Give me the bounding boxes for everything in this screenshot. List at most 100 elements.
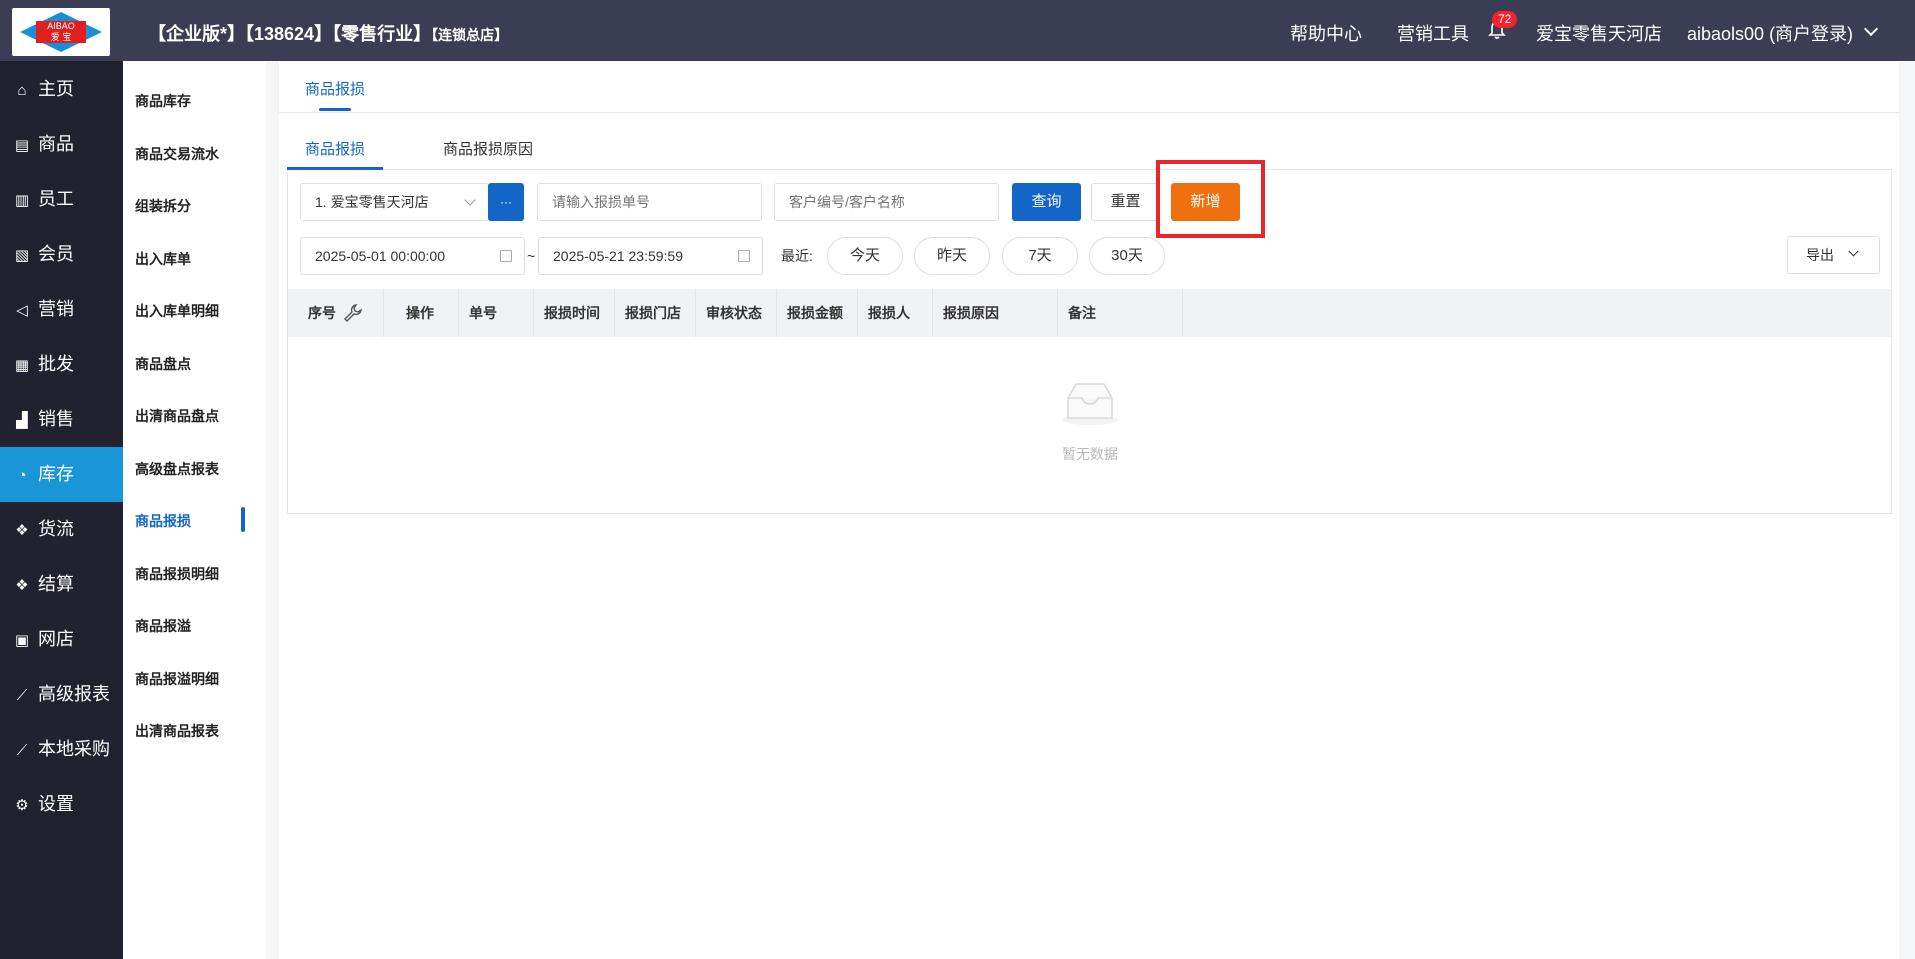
col-index-label: 序号 xyxy=(308,305,336,321)
wholesale-icon: ▦ xyxy=(14,357,30,374)
megaphone-icon: ◁ xyxy=(16,302,28,319)
sidebar-item-2[interactable]: ▥ 员工 xyxy=(0,172,123,227)
home-icon: ⌂ xyxy=(17,82,27,99)
submenu-item-0[interactable]: 商品库存 xyxy=(135,91,191,111)
staff-icon: ▥ xyxy=(14,192,30,209)
store-switcher[interactable]: 爱宝零售天河店 xyxy=(1536,20,1662,46)
col-damage-reason: 报损原因 xyxy=(933,289,1058,337)
sidebar-item-label: 库存 xyxy=(38,464,74,484)
sidebar-item-3[interactable]: ▧ 会员 xyxy=(0,227,123,282)
recent-yesterday-button[interactable]: 昨天 xyxy=(914,237,990,275)
col-audit-status: 审核状态 xyxy=(696,289,777,337)
recent-today-button[interactable]: 今天 xyxy=(827,237,903,275)
col-damage-store: 报损门店 xyxy=(615,289,696,337)
calendar-icon xyxy=(500,250,512,262)
sidebar-item-label: 本地采购 xyxy=(38,739,110,759)
subtab-damage-report[interactable]: 商品报损 xyxy=(305,138,365,159)
account-title: 【企业版*】【138624】【零售行业】【连锁总店】 xyxy=(148,20,508,46)
sidebar-item-5[interactable]: ▦ 批发 xyxy=(0,337,123,392)
sidebar-item-12[interactable]: ⟋ 本地采购 xyxy=(0,722,123,777)
tab-underline xyxy=(319,108,351,111)
sidebar-item-13[interactable]: ⚙ 设置 xyxy=(0,777,123,832)
submenu-item-1[interactable]: 商品交易流水 xyxy=(135,144,219,164)
query-button[interactable]: 查询 xyxy=(1012,183,1081,221)
date-start-input[interactable]: 2025-05-01 00:00:00 xyxy=(300,237,525,275)
export-button[interactable]: 导出 xyxy=(1787,236,1880,274)
sidebar-item-label: 货流 xyxy=(38,519,74,539)
main-sidebar: ⌂ 主页 ▤ 商品 ▥ 员工 ▧ 会员 ◁ 营销 ▦ 批发 ▟ 销售 ◔ 库存 ❖ 货流 ❖ 结算 ▣ 网店 ⟋ 高级报表 ⟋ 本… xyxy=(0,61,123,959)
line-chart-icon: ⟋ xyxy=(16,687,28,704)
sidebar-item-1[interactable]: ▤ 商品 xyxy=(0,117,123,172)
sidebar-item-6[interactable]: ▟ 销售 xyxy=(0,392,123,447)
inventory-submenu: 商品库存商品交易流水 组装拆分出入库单出入库单明细 商品盘点出清商品盘点 高级盘点报表… xyxy=(123,61,266,959)
store-select-value: 1. 爱宝零售天河店 xyxy=(315,194,429,210)
notification-badge: 72 xyxy=(1492,11,1518,28)
account-tag: 【连锁总店】 xyxy=(431,27,509,43)
marketing-tools-link[interactable]: 营销工具 xyxy=(1397,20,1469,46)
sidebar-item-4[interactable]: ◁ 营销 xyxy=(0,282,123,337)
pie-chart-icon: ◔ xyxy=(17,467,27,484)
sidebar-item-label: 网店 xyxy=(38,629,74,649)
col-order-no: 单号 xyxy=(459,289,534,337)
account-info: 【企业版*】【138624】【零售行业】 xyxy=(148,24,432,44)
wrench-icon[interactable] xyxy=(343,303,363,323)
logo-band: AIBAO 爱 宝 xyxy=(36,21,86,43)
recent-label: 最近: xyxy=(781,248,813,264)
submenu-item-12[interactable]: 出清商品报表 xyxy=(135,721,219,741)
aibao-logo[interactable]: AIBAO 爱 宝 xyxy=(12,8,110,56)
submenu-item-5[interactable]: 商品盘点 xyxy=(135,354,191,374)
date-end-value: 2025-05-21 23:59:59 xyxy=(553,248,683,264)
submenu-item-2[interactable]: 组装拆分 xyxy=(135,196,191,216)
sidebar-item-label: 销售 xyxy=(38,409,74,429)
sidebar-item-0[interactable]: ⌂ 主页 xyxy=(0,62,123,117)
store-more-button[interactable]: ··· xyxy=(488,183,524,221)
calendar-icon xyxy=(738,250,750,262)
sidebar-item-label: 商品 xyxy=(38,134,74,154)
reset-button[interactable]: 重置 xyxy=(1091,183,1160,221)
date-separator: ~ xyxy=(527,248,536,264)
sidebar-item-10[interactable]: ▣ 网店 xyxy=(0,612,123,667)
sidebar-item-9[interactable]: ❖ 结算 xyxy=(0,557,123,612)
recent-7days-button[interactable]: 7天 xyxy=(1002,237,1078,275)
order-no-input[interactable] xyxy=(537,183,762,221)
recent-30days-button[interactable]: 30天 xyxy=(1089,237,1165,275)
product-icon: ▤ xyxy=(14,137,30,154)
highlight-box xyxy=(1156,160,1265,238)
table-header: 序号 操作 单号 报损时间 报损门店 审核状态 报损金额 报损人 报损原因 备注 xyxy=(288,289,1891,337)
logo-text-top: AIBAO xyxy=(47,21,75,31)
sidebar-item-8[interactable]: ❖ 货流 xyxy=(0,502,123,557)
help-center-link[interactable]: 帮助中心 xyxy=(1290,20,1362,46)
submenu-item-3[interactable]: 出入库单 xyxy=(135,249,191,269)
submenu-item-10[interactable]: 商品报溢 xyxy=(135,616,191,636)
sidebar-item-label: 结算 xyxy=(38,574,74,594)
sidebar-item-label: 员工 xyxy=(38,189,74,209)
settlement-icon: ❖ xyxy=(15,577,29,594)
col-index: 序号 xyxy=(288,289,384,337)
sidebar-item-label: 高级报表 xyxy=(38,684,110,704)
submenu-item-8[interactable]: 商品报损 xyxy=(135,511,191,531)
submenu-item-6[interactable]: 出清商品盘点 xyxy=(135,406,219,426)
sidebar-item-label: 主页 xyxy=(38,79,74,99)
user-menu[interactable]: aibaols00 (商户登录) xyxy=(1687,20,1853,46)
subtab-damage-reasons[interactable]: 商品报损原因 xyxy=(443,138,533,159)
sidebar-item-7[interactable]: ◔ 库存 xyxy=(0,447,123,502)
col-action: 操作 xyxy=(384,289,459,337)
col-damage-time: 报损时间 xyxy=(534,289,615,337)
submenu-item-4[interactable]: 出入库单明细 xyxy=(135,301,219,321)
submenu-item-7[interactable]: 高级盘点报表 xyxy=(135,459,219,479)
empty-inbox-icon xyxy=(1062,383,1118,425)
sidebar-item-11[interactable]: ⟋ 高级报表 xyxy=(0,667,123,722)
logistics-icon: ❖ xyxy=(15,522,29,539)
sidebar-item-label: 批发 xyxy=(38,354,74,374)
sales-chart-icon: ▟ xyxy=(16,412,28,429)
date-end-input[interactable]: 2025-05-21 23:59:59 xyxy=(538,237,763,275)
submenu-item-9[interactable]: 商品报损明细 xyxy=(135,564,219,584)
sidebar-item-label: 营销 xyxy=(38,299,74,319)
logo-text-bottom: 爱 宝 xyxy=(50,32,72,42)
tab-damage-report[interactable]: 商品报损 xyxy=(305,78,365,99)
purchase-chart-icon: ⟋ xyxy=(16,742,28,759)
chevron-down-icon[interactable] xyxy=(1863,21,1879,37)
submenu-item-11[interactable]: 商品报溢明细 xyxy=(135,669,219,689)
store-select[interactable]: 1. 爱宝零售天河店 xyxy=(300,183,489,221)
customer-input[interactable] xyxy=(774,183,999,221)
